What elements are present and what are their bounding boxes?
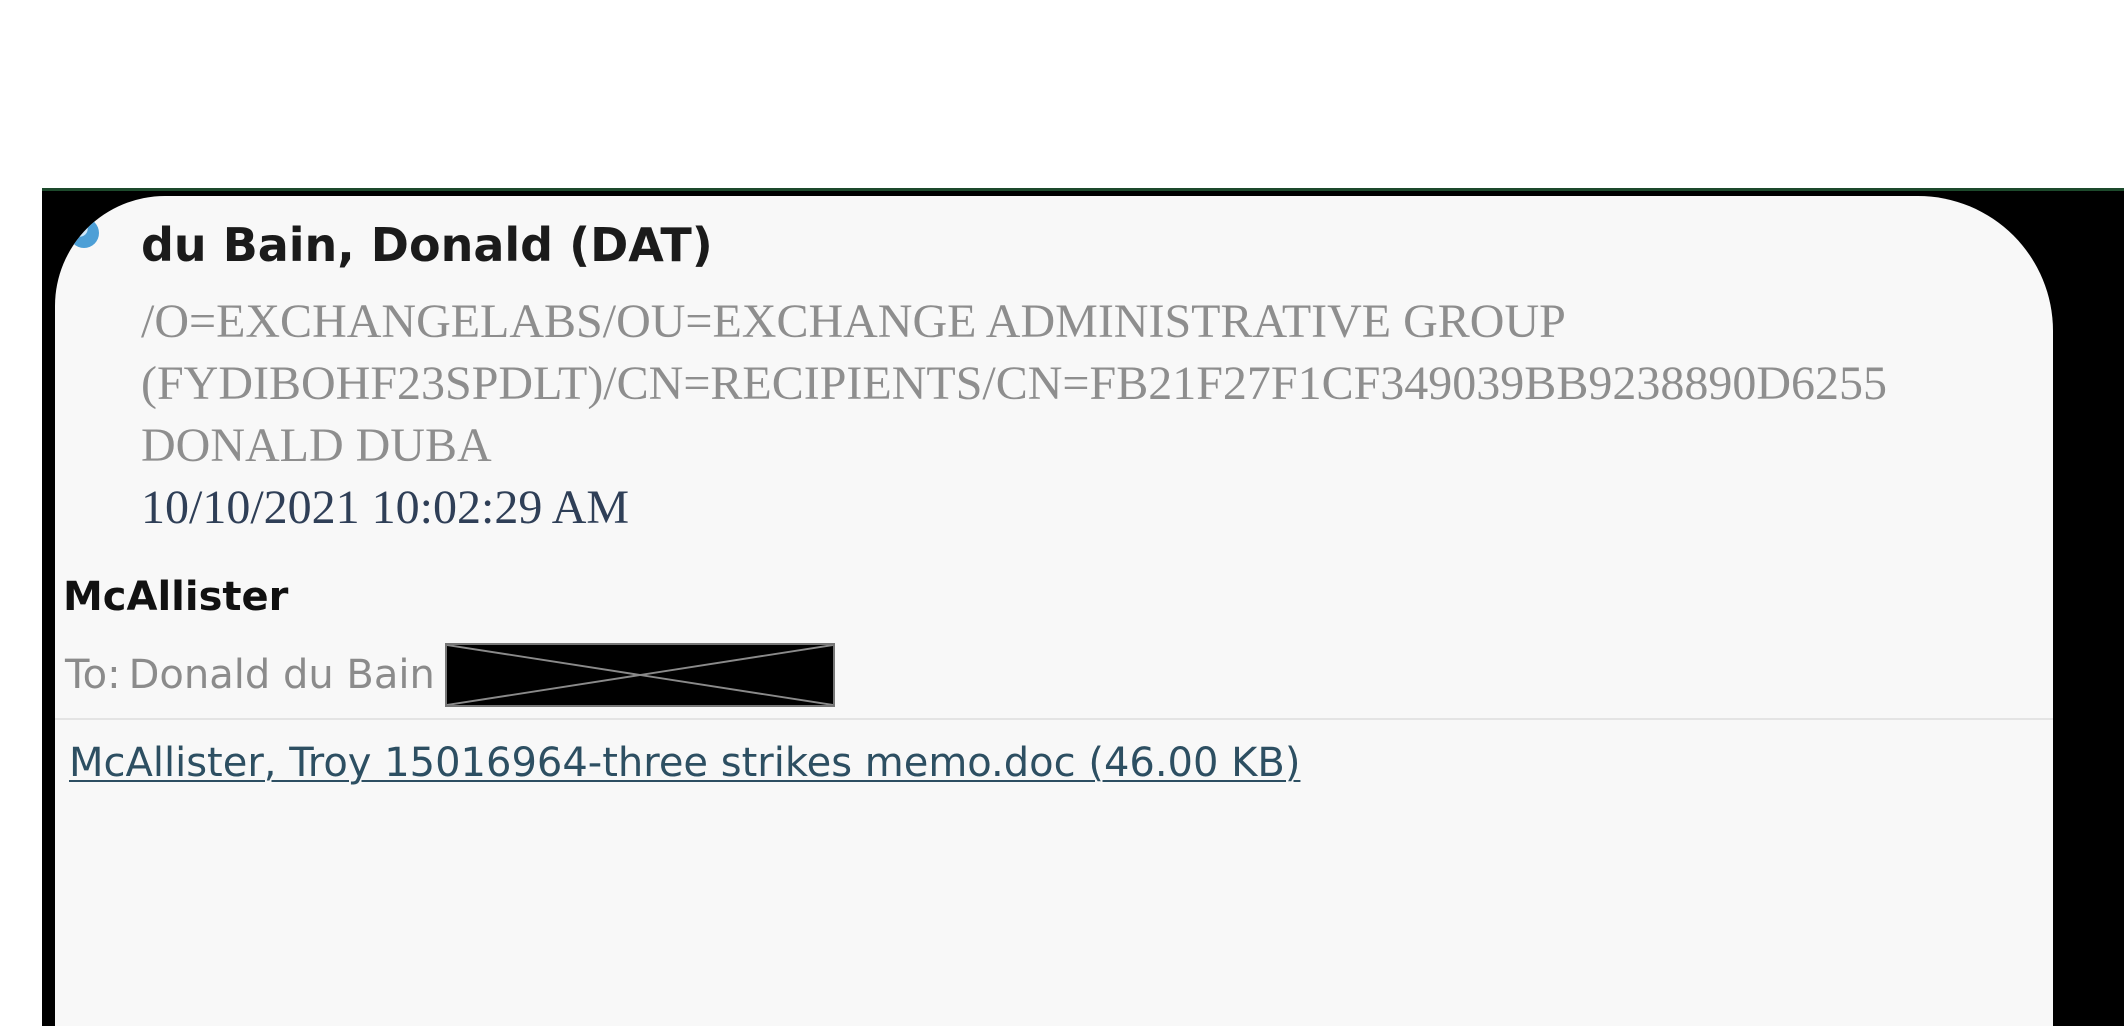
recipient-name: Donald du Bain [128,652,435,698]
avatar-icon [69,218,99,248]
sender-name: du Bain, Donald (DAT) [141,218,713,272]
sent-timestamp: 10/10/2021 10:02:29 AM [141,481,630,534]
header-divider [55,718,2053,720]
redaction-x-icon [446,645,833,705]
redaction-box [444,643,835,707]
sender-address-line-2: (FYDIBOHF23SPDLT)/CN=RECIPIENTS/CN=FB21F… [141,357,1887,410]
recipient-row: To: Donald du Bain [65,643,835,707]
sender-display-name: DONALD DUBA [141,419,492,472]
email-reading-pane: du Bain, Donald (DAT) /O=EXCHANGELABS/OU… [55,196,2053,1026]
sender-address-line-1: /O=EXCHANGELABS/OU=EXCHANGE ADMINISTRATI… [141,295,1566,348]
attachment-link[interactable]: McAllister, Troy 15016964-three strikes … [69,740,1300,786]
email-subject: McAllister [63,574,289,620]
to-label: To: [65,652,121,698]
message-body [55,806,2053,1026]
